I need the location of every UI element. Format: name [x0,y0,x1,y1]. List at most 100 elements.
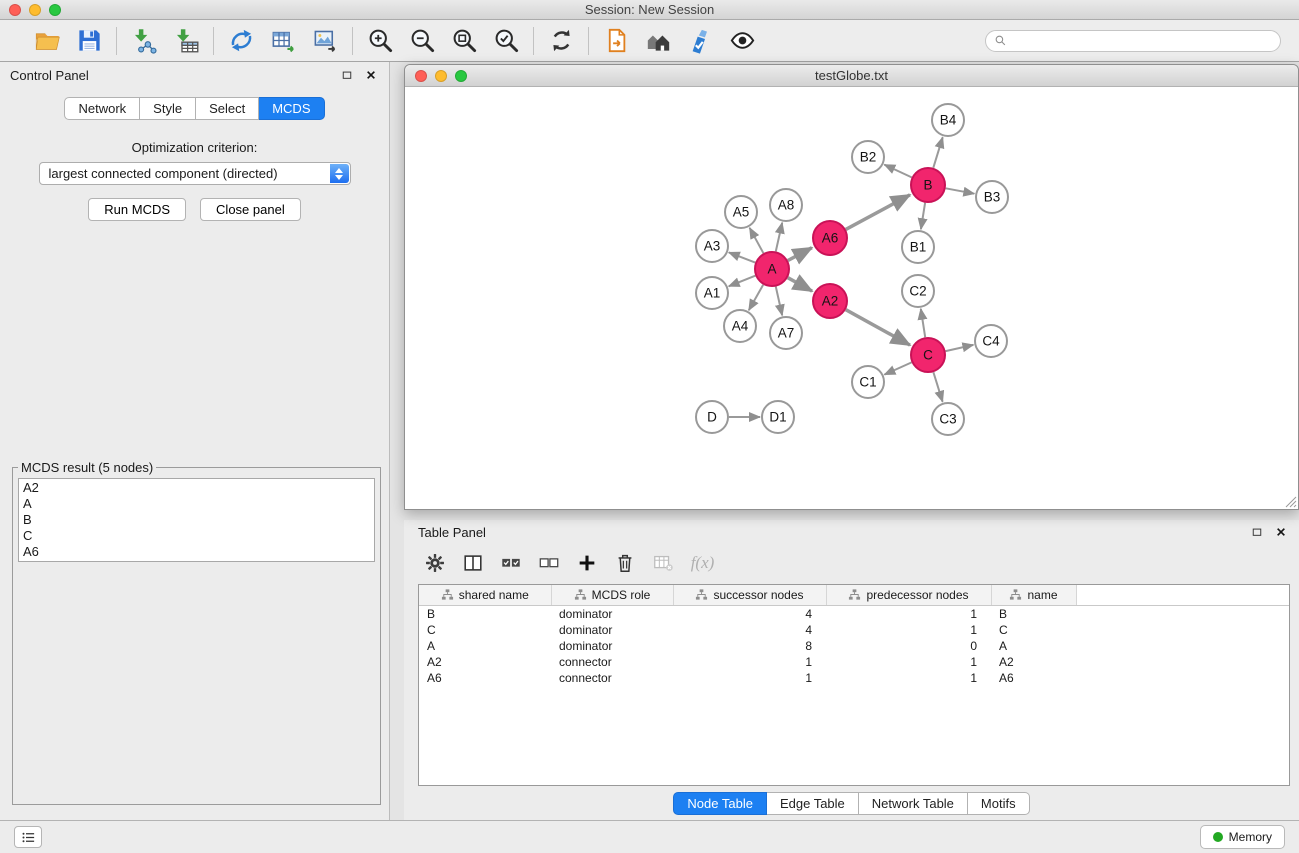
tab-edge-table[interactable]: Edge Table [767,792,859,815]
edge-B-B4[interactable] [933,137,942,168]
memory-button[interactable]: Memory [1200,825,1285,849]
node-B3[interactable]: B3 [976,181,1008,213]
node-B1[interactable]: B1 [902,231,934,263]
edge-A-A5[interactable] [750,228,764,253]
tab-node-table[interactable]: Node Table [673,792,767,815]
float-panel-button[interactable] [339,67,355,83]
table-close-button[interactable] [1273,524,1289,540]
import-network-button[interactable] [123,23,165,59]
node-A3[interactable]: A3 [696,230,728,262]
edge-A6-B[interactable] [846,195,910,230]
column-header-shared-name[interactable]: shared name [419,585,551,605]
export-image-button[interactable] [304,23,346,59]
node-A7[interactable]: A7 [770,317,802,349]
edge-B-B3[interactable] [946,188,975,193]
resize-grip[interactable] [1285,496,1297,508]
table-float-button[interactable] [1249,524,1265,540]
edge-A-A4[interactable] [749,285,763,311]
deselect-all-button[interactable] [534,548,563,578]
edge-A-A7[interactable] [776,287,782,316]
export-table-button[interactable] [262,23,304,59]
table-row[interactable]: A2connector11A2 [419,654,1289,670]
node-A2[interactable]: A2 [813,284,847,318]
tab-mcds[interactable]: MCDS [259,97,324,120]
minimize-window-button[interactable] [29,4,41,16]
network-zoom-button[interactable] [455,70,467,82]
show-graphics-details-button[interactable] [721,23,763,59]
node-C1[interactable]: C1 [852,366,884,398]
node-A[interactable]: A [755,252,789,286]
node-A5[interactable]: A5 [725,196,757,228]
node-A8[interactable]: A8 [770,189,802,221]
home-button[interactable] [637,23,679,59]
tab-motifs[interactable]: Motifs [968,792,1030,815]
search-box[interactable] [985,30,1281,52]
network-window-titlebar[interactable]: testGlobe.txt [405,65,1298,87]
edge-A-A6[interactable] [788,248,812,261]
tab-select[interactable]: Select [196,97,259,120]
edge-C-C3[interactable] [933,372,942,402]
column-header-MCDS-role[interactable]: MCDS role [551,585,673,605]
edge-A2-C[interactable] [846,310,910,345]
task-history-button[interactable] [14,826,42,848]
criterion-dropdown[interactable]: largest connected component (directed) [39,162,351,185]
edge-B-B1[interactable] [921,203,925,229]
node-B[interactable]: B [911,168,945,202]
node-D[interactable]: D [696,401,728,433]
table-row[interactable]: Cdominator41C [419,622,1289,638]
node-A4[interactable]: A4 [724,310,756,342]
apply-style-button[interactable] [679,23,721,59]
network-minimize-button[interactable] [435,70,447,82]
node-D1[interactable]: D1 [762,401,794,433]
column-header-predecessor-nodes[interactable]: predecessor nodes [826,585,991,605]
zoom-fit-button[interactable] [443,23,485,59]
node-B4[interactable]: B4 [932,104,964,136]
edge-A-A1[interactable] [729,276,756,287]
node-A1[interactable]: A1 [696,277,728,309]
table-settings-button[interactable] [420,548,449,578]
table-row[interactable]: Adominator80A [419,638,1289,654]
tab-network[interactable]: Network [64,97,140,120]
table-row[interactable]: A6connector11A6 [419,670,1289,686]
edge-C-C1[interactable] [884,362,911,374]
import-file-button[interactable] [595,23,637,59]
edge-C-C2[interactable] [921,309,925,337]
zoom-window-button[interactable] [49,4,61,16]
edge-C-C4[interactable] [946,345,974,351]
close-window-button[interactable] [9,4,21,16]
node-C[interactable]: C [911,338,945,372]
network-canvas-area[interactable]: B4B2BB3A5A8A6A3B1AA1C2A2A4A7C4CC1DD1C3 [405,87,1298,509]
column-header-successor-nodes[interactable]: successor nodes [673,585,826,605]
edge-A-A2[interactable] [788,278,812,291]
zoom-selected-button[interactable] [485,23,527,59]
tab-network-table[interactable]: Network Table [859,792,968,815]
edge-A-A3[interactable] [729,252,755,262]
delete-column-button[interactable] [610,548,639,578]
close-panel-button[interactable] [363,67,379,83]
select-all-button[interactable] [496,548,525,578]
column-header-name[interactable]: name [991,585,1076,605]
save-session-button[interactable] [68,23,110,59]
mcds-result-item[interactable]: C [23,528,370,544]
mcds-result-item[interactable]: A2 [23,480,370,496]
search-input[interactable] [1012,34,1272,48]
mcds-result-item[interactable]: A [23,496,370,512]
zoom-in-button[interactable] [359,23,401,59]
table-row[interactable]: Bdominator41B [419,605,1289,622]
edge-A-A8[interactable] [776,223,782,252]
run-mcds-button[interactable]: Run MCDS [88,198,186,221]
open-session-button[interactable] [26,23,68,59]
apply-layout-button[interactable] [540,23,582,59]
node-C2[interactable]: C2 [902,275,934,307]
add-column-button[interactable] [572,548,601,578]
mcds-result-item[interactable]: A6 [23,544,370,560]
show-columns-button[interactable] [458,548,487,578]
delete-table-button[interactable] [648,548,677,578]
node-C4[interactable]: C4 [975,325,1007,357]
import-table-button[interactable] [165,23,207,59]
edge-B-B2[interactable] [884,165,911,178]
close-panel-action-button[interactable]: Close panel [200,198,301,221]
network-canvas[interactable]: B4B2BB3A5A8A6A3B1AA1C2A2A4A7C4CC1DD1C3 [405,87,1298,509]
node-C3[interactable]: C3 [932,403,964,435]
mcds-result-item[interactable]: B [23,512,370,528]
